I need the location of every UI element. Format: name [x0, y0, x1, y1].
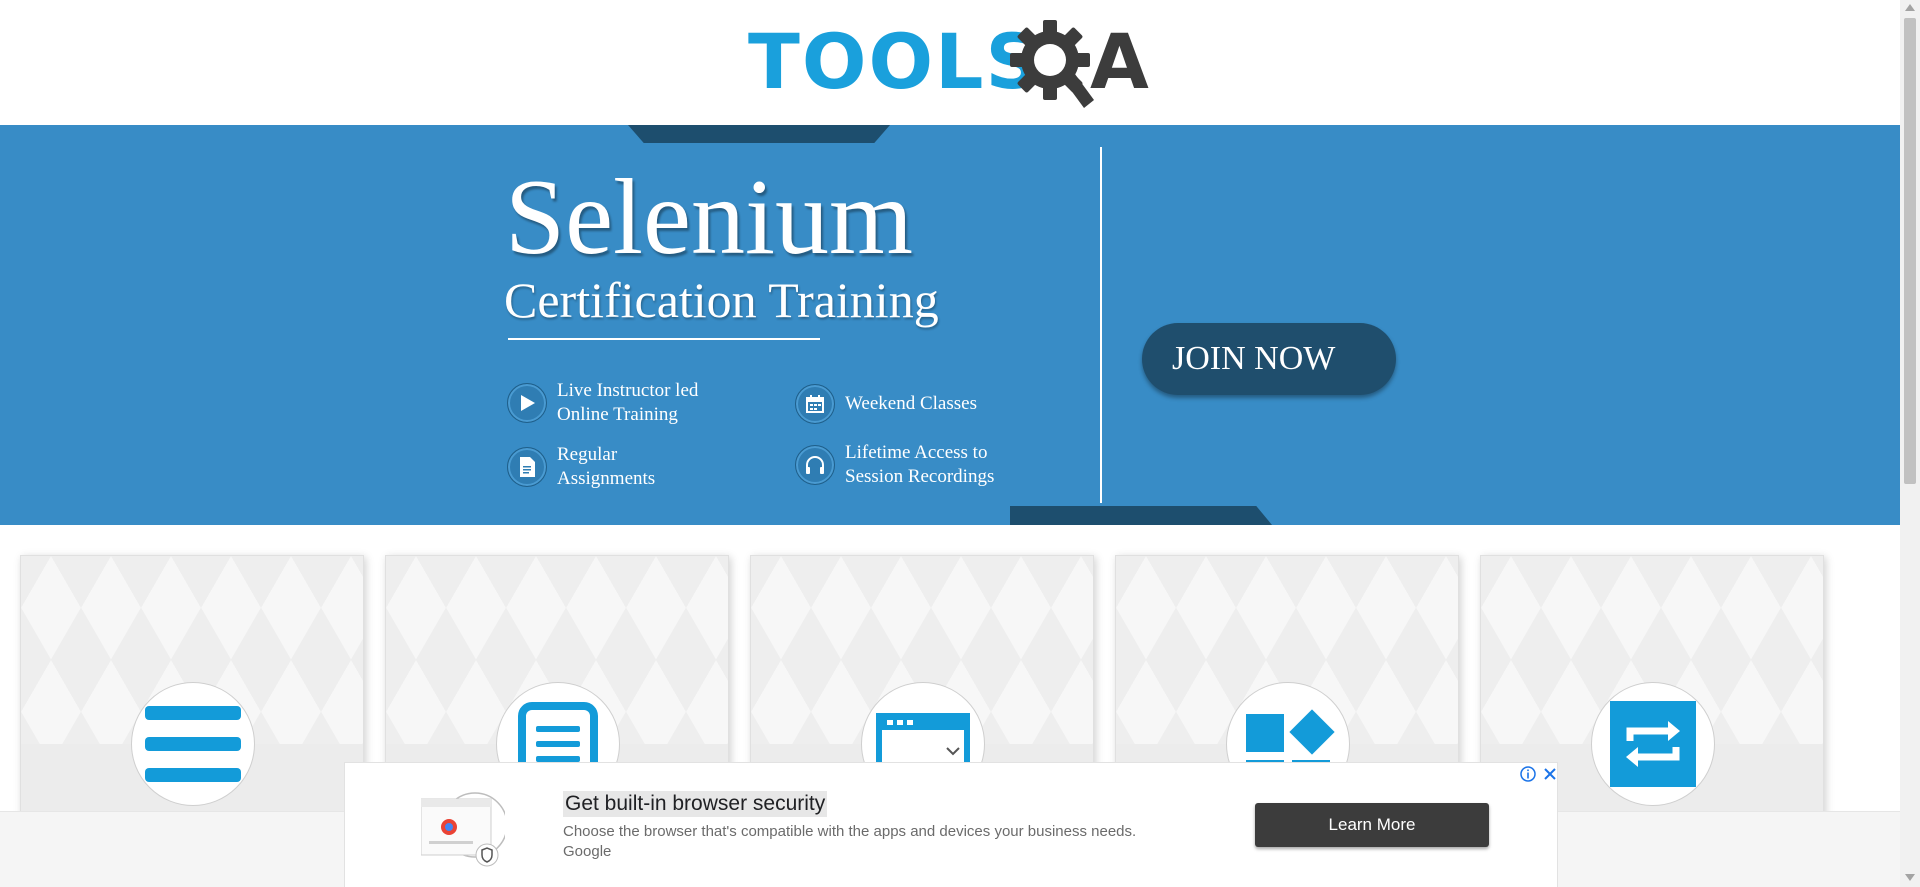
feature-line1: Weekend Classes: [845, 393, 977, 414]
page-viewport: TOOLS A Selenium Certification Training …: [0, 0, 1900, 887]
toolsqa-logo[interactable]: TOOLS A: [748, 18, 1154, 114]
scrollbar-thumb[interactable]: [1904, 18, 1916, 484]
google-ad-banner[interactable]: Get built-in browser security Choose the…: [344, 762, 1558, 887]
join-now-button[interactable]: JOIN NOW: [1142, 323, 1396, 395]
feature-live-training: Live Instructor led Online Training: [507, 379, 698, 427]
feature-line2: Online Training: [557, 404, 678, 425]
calendar-icon: [795, 384, 835, 424]
gear-magnifier-icon: [1010, 20, 1094, 108]
card-icon-circle: [131, 682, 255, 806]
selenium-training-banner[interactable]: Selenium Certification Training Live Ins…: [0, 125, 1900, 525]
ad-description: Choose the browser that's compatible wit…: [563, 822, 1203, 862]
feature-line2: Assignments: [557, 468, 656, 489]
banner-stripe-bottom: [1010, 506, 1272, 525]
headphones-icon: [795, 445, 835, 485]
card-icon-circle: [1591, 682, 1715, 806]
banner-title: Selenium: [505, 158, 913, 277]
logo-text: TOOLS: [748, 17, 1043, 106]
ad-description-text: Choose the browser that's compatible wit…: [563, 823, 1137, 840]
document-icon: [507, 447, 547, 487]
play-icon: [507, 383, 547, 423]
vertical-scrollbar[interactable]: [1900, 0, 1920, 887]
banner-subtitle: Certification Training: [504, 272, 939, 328]
site-header: TOOLS A: [0, 0, 1900, 125]
feature-line1: Live Instructor led: [557, 380, 699, 401]
feature-text: Live Instructor led Online Training: [557, 379, 698, 427]
learn-more-button[interactable]: Learn More: [1255, 803, 1489, 847]
banner-stripe-top: [628, 125, 890, 143]
chrome-browser-ad-image: [421, 792, 505, 867]
logo-suffix: A: [1090, 17, 1149, 106]
hamburger-menu-icon: [145, 706, 241, 782]
banner-underline: [508, 338, 820, 340]
feature-lifetime-access: Lifetime Access to Session Recordings: [795, 441, 994, 489]
ad-advertiser: Google: [563, 843, 612, 860]
feature-text: Lifetime Access to Session Recordings: [845, 441, 994, 489]
feature-line2: Session Recordings: [845, 466, 995, 487]
banner-divider: [1100, 147, 1102, 503]
feature-line1: Regular: [557, 444, 618, 465]
scroll-up-arrow-icon[interactable]: [1905, 4, 1915, 11]
info-icon[interactable]: [1519, 765, 1537, 783]
ad-title[interactable]: Get built-in browser security: [563, 791, 828, 817]
feature-text: Regular Assignments: [557, 443, 655, 491]
feature-weekend-classes: Weekend Classes: [795, 384, 977, 424]
feature-line1: Lifetime Access to: [845, 442, 988, 463]
feature-assignments: Regular Assignments: [507, 443, 655, 491]
scroll-down-arrow-icon[interactable]: [1905, 874, 1915, 881]
interaction-arrows-icon: [1610, 701, 1696, 787]
close-icon[interactable]: [1541, 765, 1559, 783]
